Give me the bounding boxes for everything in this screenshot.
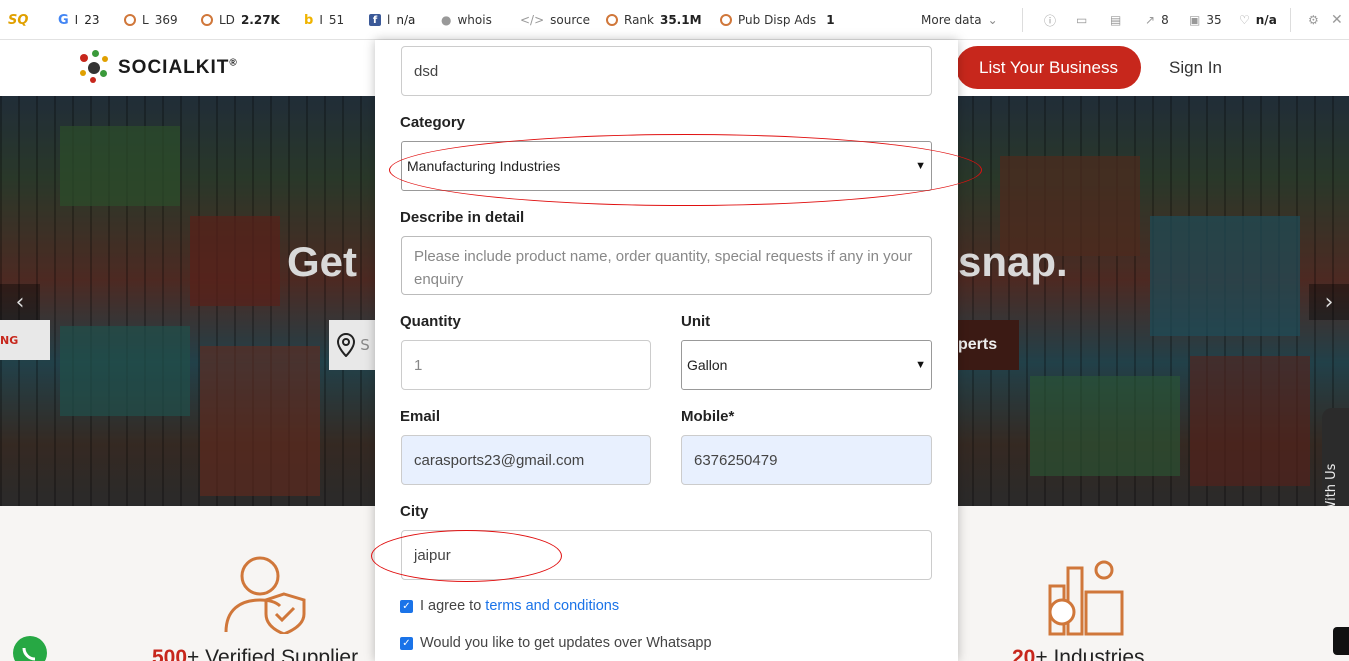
circle-icon — [201, 14, 213, 26]
seo-linking-domains[interactable]: LD 2.27K — [201, 0, 280, 40]
seo-pages[interactable]: ▣ 35 — [1189, 0, 1222, 40]
quantity-field[interactable]: 1 — [401, 340, 651, 390]
seo-source[interactable]: </> source — [520, 0, 590, 40]
external-link-icon: ↗ — [1145, 13, 1156, 27]
category-highlight-ellipse — [389, 134, 982, 206]
mobile-field[interactable]: 6376250479 — [681, 435, 932, 485]
hero-title-right: snap. — [958, 238, 1068, 285]
logo-mark-icon — [78, 48, 114, 88]
sign-in-link[interactable]: Sign In — [1169, 58, 1222, 78]
quantity-label: Quantity — [400, 313, 461, 330]
whatsapp-icon — [22, 647, 36, 661]
info-icon[interactable]: ⓘ — [1044, 0, 1056, 40]
close-icon[interactable]: ✕ — [1331, 0, 1343, 40]
bing-icon: b — [304, 12, 314, 28]
page-icon: ▣ — [1189, 13, 1201, 27]
circle-icon — [124, 14, 136, 26]
unit-value: Gallon — [687, 357, 728, 373]
seo-bing-index[interactable]: b I 51 — [304, 0, 344, 40]
seo-links[interactable]: L 369 — [124, 0, 178, 40]
email-field[interactable]: carasports23@gmail.com — [401, 435, 651, 485]
terms-checkbox-row: ✓ I agree to terms and conditions — [400, 598, 619, 614]
seo-rank[interactable]: Rank 35.1M — [606, 0, 702, 40]
seo-external-links[interactable]: ↗ 8 — [1145, 0, 1169, 40]
whatsapp-text: Would you like to get updates over Whats… — [420, 635, 712, 651]
stat-industries: 20+ Industries — [1012, 646, 1145, 661]
monitor-icon[interactable]: ▭ — [1076, 0, 1087, 40]
seoquake-logo-icon[interactable]: SQ — [8, 0, 28, 40]
seo-health[interactable]: ♡ n/a — [1239, 0, 1277, 40]
whatsapp-float-button[interactable] — [13, 636, 47, 661]
search-fragment: S — [360, 336, 370, 354]
industries-icon — [1048, 560, 1124, 636]
unit-select[interactable]: Gallon ▼ — [681, 340, 932, 390]
seo-facebook-likes[interactable]: f l n/a — [369, 0, 415, 40]
city-label: City — [400, 503, 429, 520]
city-highlight-ellipse — [371, 530, 562, 582]
document-icon[interactable]: ▤ — [1110, 0, 1121, 40]
mobile-label: Mobile* — [681, 408, 735, 425]
logo[interactable]: SOCIALKIT® — [78, 48, 238, 88]
more-data-dropdown[interactable]: More data ⌄ — [921, 0, 998, 40]
chevron-down-icon: ⌄ — [987, 13, 998, 27]
email-label: Email — [400, 408, 441, 425]
list-your-business-button[interactable]: List Your Business — [956, 46, 1141, 89]
circle-icon — [720, 14, 732, 26]
whatsapp-checkbox-row: ✓ Would you like to get updates over Wha… — [400, 635, 712, 651]
terms-checkbox[interactable]: ✓ — [400, 599, 413, 613]
whatsapp-checkbox[interactable]: ✓ — [400, 636, 413, 650]
unit-label: Unit — [681, 313, 711, 330]
circle-icon — [606, 14, 618, 26]
facebook-icon: f — [369, 14, 381, 26]
name-field[interactable]: dsd — [401, 46, 932, 96]
logo-text: SOCIALKIT® — [118, 57, 238, 78]
google-icon: G — [58, 12, 69, 28]
terms-link[interactable]: terms and conditions — [485, 598, 619, 614]
gear-icon[interactable]: ⚙ — [1308, 0, 1319, 40]
carousel-next-arrow-icon[interactable]: › — [1309, 284, 1349, 320]
describe-label: Describe in detail — [400, 209, 525, 226]
divider — [1290, 8, 1291, 32]
terms-text: I agree to terms and conditions — [420, 598, 620, 614]
hero-title-left: Get — [287, 238, 358, 285]
category-label: Category — [400, 114, 466, 131]
person-icon: ● — [441, 13, 452, 27]
heart-icon: ♡ — [1239, 13, 1250, 27]
describe-textarea[interactable]: Please include product name, order quant… — [401, 236, 932, 295]
divider — [1022, 8, 1023, 32]
find-experts-button[interactable]: perts — [958, 320, 1019, 370]
key-icon[interactable] — [1333, 627, 1349, 655]
location-pin-icon — [337, 333, 356, 357]
seo-google-index[interactable]: G I 23 — [58, 0, 100, 40]
left-tag: NG — [0, 320, 50, 360]
location-search-box[interactable]: S — [329, 320, 377, 370]
chevron-down-icon: ▼ — [915, 359, 926, 371]
seo-toolbar: SQ G I 23 L 369 LD 2.27K b I 51 f l n/a ● who… — [0, 0, 1349, 40]
chat-label: Chat With Us — [1324, 463, 1339, 506]
verified-supplier-icon — [224, 556, 306, 634]
carousel-prev-arrow-icon[interactable]: ‹ — [0, 284, 40, 320]
seo-whois[interactable]: ● whois — [441, 0, 492, 40]
stat-verified-suppliers: 500+ Verified Supplier — [152, 646, 359, 661]
chat-with-us-tab[interactable]: Chat With Us — [1322, 408, 1349, 506]
code-icon: </> — [520, 13, 545, 27]
seo-pub-disp-ads[interactable]: Pub Disp Ads 1 — [720, 0, 835, 40]
